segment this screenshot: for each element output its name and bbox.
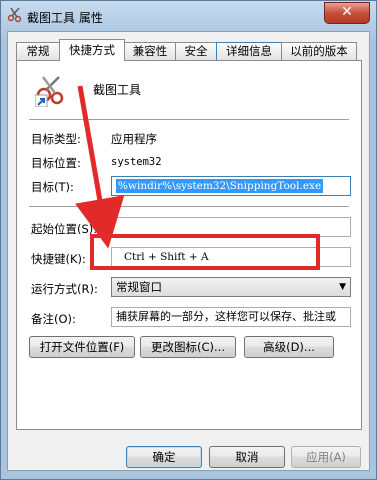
- start-in-label: 起始位置(S):: [31, 222, 98, 236]
- target-type-value: 应用程序: [111, 132, 157, 146]
- run-select-value: 常规窗口: [116, 280, 162, 294]
- advanced-button[interactable]: 高级(D)...: [244, 336, 334, 358]
- target-type-label: 目标类型:: [31, 132, 81, 146]
- app-name: 截图工具: [93, 83, 142, 97]
- close-button[interactable]: ✕: [324, 2, 370, 24]
- change-icon-button[interactable]: 更改图标(C)...: [140, 336, 236, 358]
- tab-compatibility[interactable]: 兼容性: [124, 42, 176, 60]
- highlight-box: [90, 234, 320, 270]
- ok-button[interactable]: 确定: [126, 446, 202, 468]
- comment-label: 备注(O):: [31, 312, 76, 326]
- apply-button[interactable]: 应用(A): [291, 446, 361, 468]
- tab-general[interactable]: 常规: [16, 42, 60, 60]
- chevron-down-icon: ▼: [339, 282, 346, 292]
- divider: [29, 206, 349, 208]
- window-title: 截图工具 属性: [27, 11, 103, 25]
- run-label: 运行方式(R):: [31, 282, 98, 296]
- scissors-icon: [35, 76, 64, 107]
- shortcut-key-label: 快捷键(K):: [31, 252, 86, 266]
- target-label: 目标(T):: [31, 180, 74, 194]
- cancel-button[interactable]: 取消: [209, 446, 285, 468]
- target-input-text: %windir%\system32\SnippingTool.exe: [116, 179, 324, 193]
- target-location-value: system32: [111, 156, 162, 168]
- tab-security[interactable]: 安全: [175, 42, 217, 60]
- target-location-label: 目标位置:: [31, 156, 81, 170]
- open-file-location-button[interactable]: 打开文件位置(F): [29, 336, 135, 358]
- run-select[interactable]: 常规窗口 ▼: [111, 277, 351, 297]
- tab-shortcut[interactable]: 快捷方式: [59, 39, 125, 61]
- divider: [29, 119, 349, 121]
- target-input[interactable]: %windir%\system32\SnippingTool.exe: [111, 176, 351, 196]
- tab-details[interactable]: 详细信息: [216, 42, 282, 60]
- tab-previous-versions[interactable]: 以前的版本: [281, 42, 357, 60]
- title-bar[interactable]: 截图工具 属性 ✕: [1, 1, 377, 31]
- scissors-icon: [7, 7, 22, 23]
- comment-input[interactable]: 捕获屏幕的一部分，这样您可以保存、批注或: [111, 307, 351, 327]
